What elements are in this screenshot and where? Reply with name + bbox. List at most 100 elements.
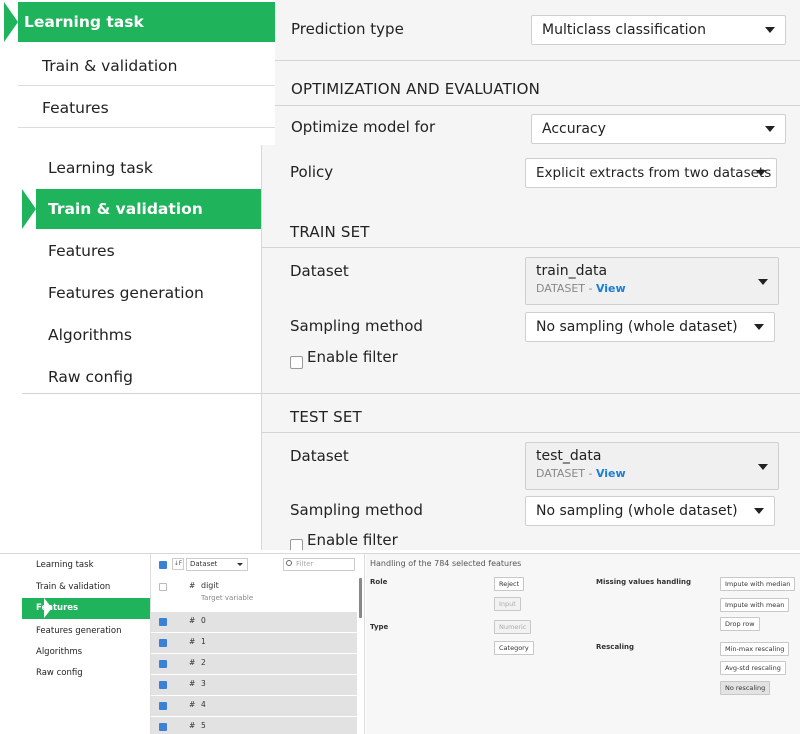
feature-name: digit — [201, 581, 219, 590]
table-row[interactable]: # 4 — [151, 696, 357, 716]
enable-filter-checkbox[interactable] — [290, 539, 303, 550]
optimize-select[interactable]: Accuracy — [531, 114, 786, 144]
policy-select[interactable]: Explicit extracts from two datasets — [525, 158, 777, 188]
select-all-checkbox[interactable] — [159, 561, 167, 569]
top-sidebar: Learning task Train & validation Feature… — [0, 0, 275, 145]
train-sampling-label: Sampling method — [290, 317, 423, 335]
prediction-type-select[interactable]: Multiclass classification — [531, 15, 786, 45]
view-link[interactable]: View — [596, 467, 626, 480]
chevron-down-icon — [756, 170, 766, 176]
top-panel: Learning task Train & validation Feature… — [0, 0, 800, 145]
train-dataset-label: Dataset — [290, 262, 349, 280]
role-label: Role — [370, 578, 388, 586]
avgstd-button[interactable]: Avg-std rescaling — [720, 661, 786, 675]
nav-train-validation[interactable]: Train & validation — [22, 189, 261, 229]
enable-filter-checkbox[interactable] — [290, 356, 303, 369]
chevron-down-icon — [754, 324, 764, 330]
table-row[interactable]: # 1 — [151, 633, 357, 653]
view-link[interactable]: View — [596, 282, 626, 295]
bottom-panel: Learning task Train & validation Feature… — [0, 553, 800, 734]
chevron-down-icon — [765, 27, 775, 33]
numeric-button[interactable]: Numeric — [494, 620, 532, 634]
features-sidebar: Learning task Train & validation Feature… — [0, 554, 150, 734]
policy-label: Policy — [290, 163, 334, 181]
table-row[interactable]: # 2 — [151, 654, 357, 674]
search-icon — [286, 560, 292, 566]
target-note: Target variable — [201, 594, 254, 602]
rescaling-label: Rescaling — [596, 643, 634, 651]
handling-panel: Handling of the 784 selected features Ro… — [366, 554, 800, 734]
mid-panel: Learning task Train & validation Feature… — [0, 145, 800, 550]
impute-median-button[interactable]: Impute with median — [720, 577, 796, 591]
row-checkbox[interactable] — [159, 639, 167, 647]
numeric-type-icon: # — [189, 581, 196, 590]
nav-algorithms[interactable]: Algorithms — [22, 315, 261, 355]
optimization-heading: OPTIMIZATION AND EVALUATION — [291, 80, 541, 98]
row-checkbox[interactable] — [159, 660, 167, 668]
table-row[interactable]: # 0 — [151, 612, 357, 632]
train-dataset-select[interactable]: train_data DATASET - View — [525, 257, 779, 305]
no-rescaling-button[interactable]: No rescaling — [720, 681, 771, 695]
handling-title: Handling of the 784 selected features — [370, 559, 522, 568]
test-set-heading: TEST SET — [290, 408, 362, 426]
type-label: Type — [370, 623, 389, 631]
list-item-target[interactable]: # digit Target variable — [151, 579, 357, 611]
row-checkbox[interactable] — [159, 583, 167, 591]
divider — [22, 393, 261, 394]
row-checkbox[interactable] — [159, 702, 167, 710]
nav-train-validation[interactable]: Train & validation — [0, 577, 150, 598]
nav-learning-task[interactable]: Learning task — [0, 555, 150, 576]
divider — [262, 247, 800, 248]
train-sampling-select[interactable]: No sampling (whole dataset) — [525, 312, 775, 342]
divider — [275, 60, 800, 61]
row-checkbox[interactable] — [159, 681, 167, 689]
input-button[interactable]: Input — [494, 597, 521, 611]
nav-features[interactable]: Features — [22, 598, 150, 619]
test-dataset-select[interactable]: test_data DATASET - View — [525, 442, 779, 490]
nav-features[interactable]: Features — [22, 231, 261, 271]
enable-filter-label: Enable filter — [307, 348, 398, 366]
divider — [262, 393, 800, 394]
feature-list: ↓F Dataset Filter # digit Target variabl… — [150, 554, 365, 734]
nav-learning-task[interactable]: Learning task — [4, 2, 275, 42]
drop-row-button[interactable]: Drop row — [720, 617, 760, 631]
divider — [275, 105, 800, 106]
train-set-heading: TRAIN SET — [290, 223, 370, 241]
missing-values-label: Missing values handling — [596, 578, 692, 586]
table-row[interactable]: # 3 — [151, 675, 357, 695]
nav-features-generation[interactable]: Features generation — [0, 621, 150, 642]
nav-algorithms[interactable]: Algorithms — [0, 642, 150, 663]
enable-filter-label: Enable filter — [307, 531, 398, 549]
row-checkbox[interactable] — [159, 618, 167, 626]
mid-main: Policy Explicit extracts from two datase… — [262, 145, 800, 550]
reject-button[interactable]: Reject — [494, 577, 525, 591]
prediction-type-label: Prediction type — [291, 20, 404, 38]
dataset-filter-select[interactable]: Dataset — [186, 558, 248, 571]
chevron-down-icon — [237, 563, 243, 566]
chevron-down-icon — [758, 279, 768, 285]
test-sampling-select[interactable]: No sampling (whole dataset) — [525, 496, 775, 526]
nav-raw-config[interactable]: Raw config — [0, 663, 150, 684]
minmax-button[interactable]: Min-max rescaling — [720, 642, 790, 656]
chevron-down-icon — [765, 126, 775, 132]
nav-features-generation[interactable]: Features generation — [22, 273, 261, 313]
nav-features[interactable]: Features — [18, 88, 275, 128]
category-button[interactable]: Category — [494, 641, 534, 655]
nav-train-validation[interactable]: Train & validation — [18, 46, 275, 86]
divider — [262, 432, 800, 433]
nav-raw-config[interactable]: Raw config — [22, 357, 261, 397]
optimize-label: Optimize model for — [291, 118, 436, 136]
impute-mean-button[interactable]: Impute with mean — [720, 598, 790, 612]
row-checkbox[interactable] — [159, 723, 167, 731]
filter-input[interactable]: Filter — [283, 558, 355, 571]
test-dataset-label: Dataset — [290, 447, 349, 465]
nav-learning-task[interactable]: Learning task — [22, 148, 261, 188]
test-sampling-label: Sampling method — [290, 501, 423, 519]
table-row[interactable]: # 5 — [151, 717, 357, 734]
chevron-down-icon — [758, 464, 768, 470]
scrollbar[interactable] — [359, 578, 362, 618]
top-main: Prediction type Multiclass classificatio… — [275, 0, 800, 145]
mid-sidebar: Learning task Train & validation Feature… — [0, 145, 262, 550]
chevron-down-icon — [754, 508, 764, 514]
sort-icon[interactable]: ↓F — [172, 558, 184, 570]
